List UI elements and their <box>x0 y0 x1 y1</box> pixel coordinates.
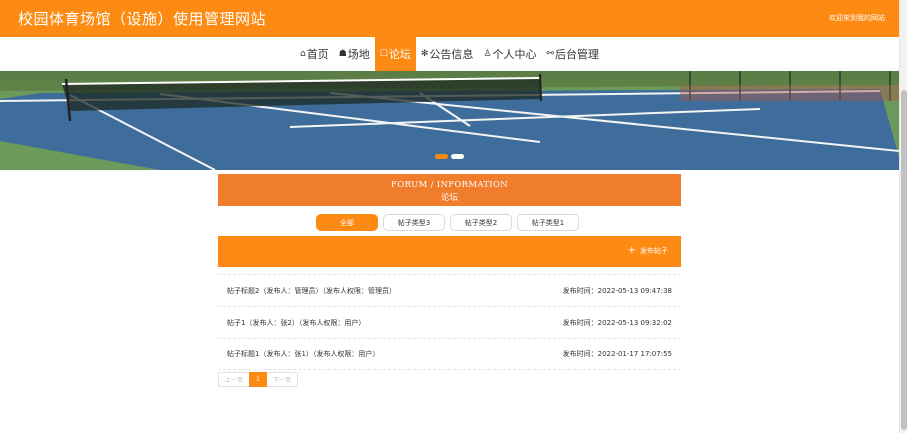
site-title: 校园体育场馆（设施）使用管理网站 <box>18 10 267 28</box>
nav-label: 个人中心 <box>492 48 537 61</box>
post-time: 发布时间：2022-05-13 09:47:38 <box>562 286 672 295</box>
nav-label: 场地 <box>347 48 370 61</box>
vertical-scrollbar[interactable] <box>899 0 907 433</box>
post-time: 发布时间：2022-01-17 17:07:55 <box>562 350 672 358</box>
nav-item-venue[interactable]: ☗ 场地 <box>334 37 375 71</box>
post-time: 发布时间：2022-05-13 09:32:02 <box>562 318 672 327</box>
page-number-button[interactable]: 1 <box>249 372 267 387</box>
carousel-indicators <box>435 154 464 159</box>
forum-icon: ☐ <box>379 49 388 59</box>
post-title: 帖子1（发布人：张2）（发布人权限：用户） <box>227 318 366 327</box>
home-icon: ⌂ <box>299 49 306 59</box>
post-toolbar: + 发布帖子 <box>218 236 681 267</box>
category-filters: 全部 帖子类型3 帖子类型2 帖子类型1 <box>316 214 579 231</box>
nav-item-admin[interactable]: ⚯ 后台管理 <box>541 37 604 71</box>
publish-post-button[interactable]: + 发布帖子 <box>628 246 668 256</box>
list-item[interactable]: 帖子1（发布人：张2）（发布人权限：用户） 发布时间：2022-05-13 09… <box>218 306 681 338</box>
main-nav: ⌂ 首页 ☗ 场地 ☐ 论坛 ✻ 公告信息 ♙ 个人中心 ⚯ 后台管理 <box>0 37 899 71</box>
category-type1-button[interactable]: 帖子类型1 <box>517 214 579 231</box>
welcome-text: 欢迎来到我的网站 <box>829 14 885 22</box>
user-icon: ♙ <box>483 49 492 59</box>
page: 校园体育场馆（设施）使用管理网站 欢迎来到我的网站 ⌂ 首页 ☗ 场地 ☐ 论坛… <box>0 0 899 433</box>
nav-item-notice[interactable]: ✻ 公告信息 <box>416 37 479 71</box>
publish-post-label: 发布帖子 <box>640 247 668 255</box>
forum-heading: FORUM / INFORMATION 论坛 <box>218 174 681 206</box>
nav-item-forum[interactable]: ☐ 论坛 <box>374 37 416 71</box>
category-all-button[interactable]: 全部 <box>316 214 378 231</box>
list-item[interactable]: 帖子标题1（发布人：张1）（发布人权限：用户） 发布时间：2022-01-17 … <box>218 338 681 370</box>
plus-icon: + <box>627 245 636 256</box>
carousel-dot[interactable] <box>451 154 464 159</box>
list-item[interactable]: 帖子标题2（发布人：管理员）（发布人权限：管理员） 发布时间：2022-05-1… <box>218 274 681 306</box>
link-icon: ⚯ <box>546 49 555 59</box>
venue-icon: ☗ <box>338 49 347 59</box>
category-type2-button[interactable]: 帖子类型2 <box>450 214 512 231</box>
carousel-dot[interactable] <box>435 154 448 159</box>
next-page-button[interactable]: 下一页 <box>266 372 298 387</box>
notice-icon: ✻ <box>420 49 429 59</box>
category-type3-button[interactable]: 帖子类型3 <box>383 214 445 231</box>
forum-title-en: FORUM / INFORMATION <box>391 180 508 190</box>
post-title: 帖子标题1（发布人：张1）（发布人权限：用户） <box>227 350 380 358</box>
nav-item-home[interactable]: ⌂ 首页 <box>295 37 334 71</box>
post-list: 帖子标题2（发布人：管理员）（发布人权限：管理员） 发布时间：2022-05-1… <box>218 274 681 370</box>
prev-page-button[interactable]: 上一页 <box>218 372 250 387</box>
post-title: 帖子标题2（发布人：管理员）（发布人权限：管理员） <box>227 286 396 295</box>
scrollbar-thumb[interactable] <box>901 90 907 430</box>
nav-label: 首页 <box>306 48 329 61</box>
nav-label: 后台管理 <box>555 48 600 61</box>
nav-item-personal-center[interactable]: ♙ 个人中心 <box>478 37 541 71</box>
pagination: 上一页 1 下一页 <box>218 372 298 387</box>
top-header: 校园体育场馆（设施）使用管理网站 欢迎来到我的网站 <box>0 0 899 37</box>
nav-label: 公告信息 <box>429 48 474 61</box>
nav-label: 论坛 <box>388 48 411 61</box>
forum-title-cn: 论坛 <box>440 193 458 203</box>
